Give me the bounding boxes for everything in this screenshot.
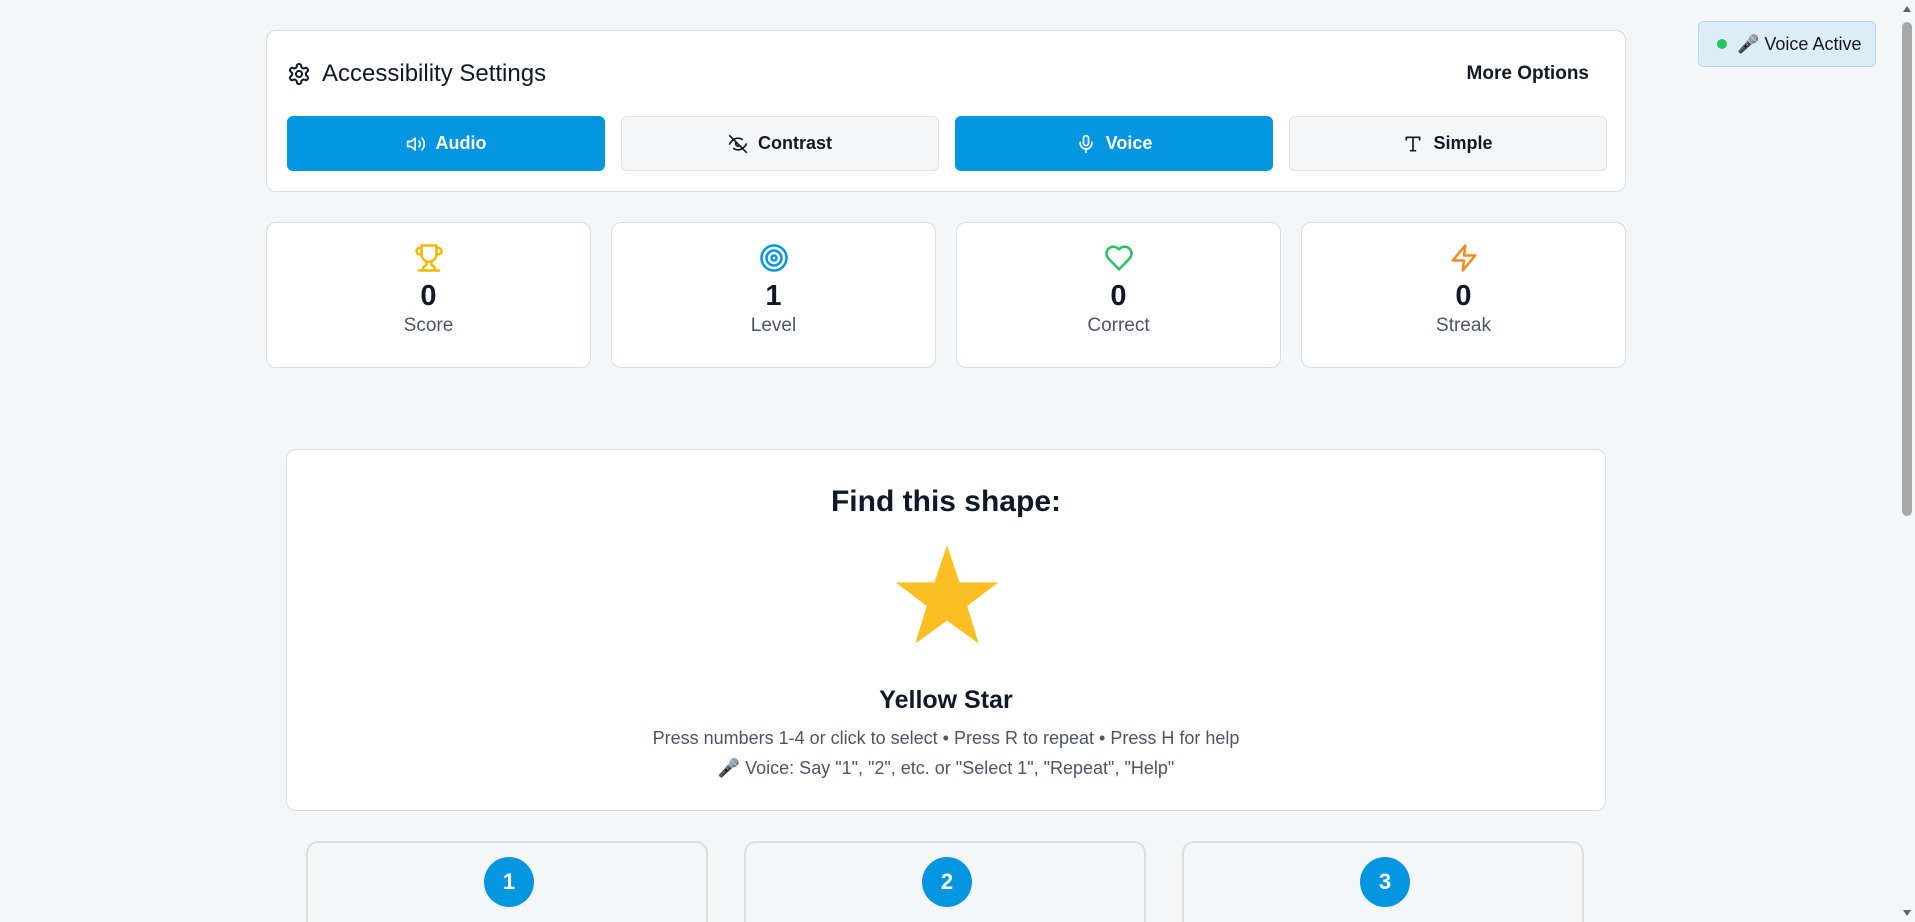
microphone-icon	[1078, 134, 1093, 153]
option-number-badge: 2	[922, 857, 972, 907]
more-options-button[interactable]: More Options	[1467, 63, 1589, 85]
gear-icon	[289, 63, 309, 85]
target-star-shape	[895, 545, 999, 644]
settings-header: Accessibility Settings	[287, 59, 546, 89]
answer-options-row: 1 2 3	[306, 841, 1584, 922]
text-icon	[1405, 136, 1421, 151]
score-label: Score	[403, 315, 454, 336]
answer-option-3[interactable]: 3	[1182, 841, 1584, 922]
scroll-up-arrow-icon[interactable]	[1903, 6, 1911, 12]
contrast-toggle-button[interactable]: Contrast	[621, 116, 939, 171]
audio-toggle-button[interactable]: Audio	[287, 116, 605, 171]
option-number-badge: 3	[1360, 857, 1410, 907]
option-number-badge: 1	[484, 857, 534, 907]
settings-toggle-row: Audio Contrast Voice Simple	[287, 116, 1607, 171]
score-stat-card: 0 Score	[266, 222, 591, 368]
streak-value: 0	[1455, 280, 1472, 312]
settings-title: Accessibility Settings	[322, 60, 547, 87]
target-shape-name: Yellow Star	[879, 686, 1013, 714]
speaker-icon	[406, 136, 425, 151]
audio-toggle-label: Audio	[435, 133, 487, 153]
answer-option-2[interactable]: 2	[744, 841, 1146, 922]
scrollbar-thumb[interactable]	[1902, 22, 1912, 516]
keyboard-hint: Press numbers 1-4 or click to select • P…	[652, 728, 1240, 748]
scroll-down-arrow-icon[interactable]	[1903, 910, 1911, 916]
voice-toggle-button[interactable]: Voice	[955, 116, 1273, 171]
lightning-icon	[1451, 244, 1476, 272]
streak-stat-card: 0 Streak	[1301, 222, 1626, 368]
game-prompt-card: Find this shape: Yellow Star Press numbe…	[286, 449, 1606, 811]
correct-value: 0	[1110, 280, 1127, 312]
contrast-toggle-label: Contrast	[757, 133, 832, 153]
voice-active-badge: 🎤 Voice Active	[1698, 21, 1876, 67]
trophy-icon	[414, 244, 443, 272]
voice-hint: 🎤 Voice: Say "1", "2", etc. or "Select 1…	[717, 758, 1175, 778]
simple-toggle-button[interactable]: Simple	[1289, 116, 1607, 171]
voice-active-label: 🎤 Voice Active	[1737, 33, 1862, 54]
status-dot-icon	[1717, 39, 1727, 49]
correct-label: Correct	[1087, 315, 1150, 336]
level-label: Level	[750, 315, 797, 336]
eye-off-icon	[728, 134, 748, 153]
stats-row: 0 Score 1 Level 0 Correct 0 Streak	[266, 222, 1626, 368]
heart-icon	[1104, 245, 1133, 271]
streak-label: Streak	[1436, 315, 1491, 336]
vertical-scrollbar[interactable]	[1898, 0, 1915, 922]
level-stat-card: 1 Level	[611, 222, 936, 368]
score-value: 0	[420, 280, 437, 312]
accessibility-settings-panel: Accessibility Settings More Options Audi…	[266, 30, 1626, 192]
correct-stat-card: 0 Correct	[956, 222, 1281, 368]
target-icon	[759, 244, 788, 272]
voice-toggle-label: Voice	[1105, 133, 1153, 153]
answer-option-1[interactable]: 1	[306, 841, 708, 922]
simple-toggle-label: Simple	[1433, 133, 1493, 153]
level-value: 1	[765, 280, 782, 312]
find-shape-prompt: Find this shape:	[830, 485, 1061, 518]
